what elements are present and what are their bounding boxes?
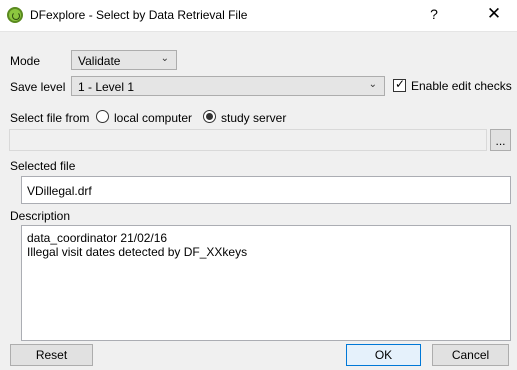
mode-value: Validate	[78, 54, 121, 68]
browse-button[interactable]: ...	[490, 129, 511, 151]
window-title: DFexplore - Select by Data Retrieval Fil…	[30, 8, 248, 22]
file-path-input[interactable]	[9, 129, 487, 151]
mode-label: Mode	[10, 54, 41, 68]
description-value: data_coordinator 21/02/16 Illegal visit …	[27, 231, 248, 259]
save-level-select[interactable]: 1 - Level 1 ⌄	[71, 76, 385, 96]
description-textarea[interactable]: data_coordinator 21/02/16 Illegal visit …	[21, 225, 511, 341]
cancel-button[interactable]: Cancel	[432, 344, 509, 366]
checkmark-icon: ✓	[395, 77, 406, 91]
title-bar: DFexplore - Select by Data Retrieval Fil…	[0, 0, 517, 32]
close-button[interactable]: ✕	[479, 4, 509, 24]
edit-checks-checkbox[interactable]: ✓	[393, 77, 406, 92]
edit-checks-label: Enable edit checks	[411, 79, 512, 93]
mode-select[interactable]: Validate ⌄	[71, 50, 177, 70]
chevron-down-icon: ⌄	[160, 53, 169, 64]
selected-file-field[interactable]: VDillegal.drf	[21, 176, 511, 204]
save-level-label: Save level	[10, 80, 66, 94]
help-button[interactable]: ?	[424, 6, 444, 22]
select-from-label: Select file from	[10, 111, 90, 125]
radio-local-computer[interactable]	[96, 110, 109, 123]
selected-file-label: Selected file	[10, 159, 76, 173]
radio-study-server[interactable]	[203, 110, 216, 123]
save-level-value: 1 - Level 1	[78, 80, 135, 94]
selected-file-value: VDillegal.drf	[27, 184, 92, 198]
reset-button[interactable]: Reset	[10, 344, 93, 366]
chevron-down-icon: ⌄	[368, 79, 377, 90]
radio-local-computer-label: local computer	[114, 111, 193, 125]
radio-selected-dot	[206, 113, 213, 120]
description-label: Description	[10, 209, 71, 223]
ok-button[interactable]: OK	[346, 344, 421, 366]
dfexplore-app-icon	[7, 7, 23, 23]
radio-study-server-label: study server	[221, 111, 287, 125]
